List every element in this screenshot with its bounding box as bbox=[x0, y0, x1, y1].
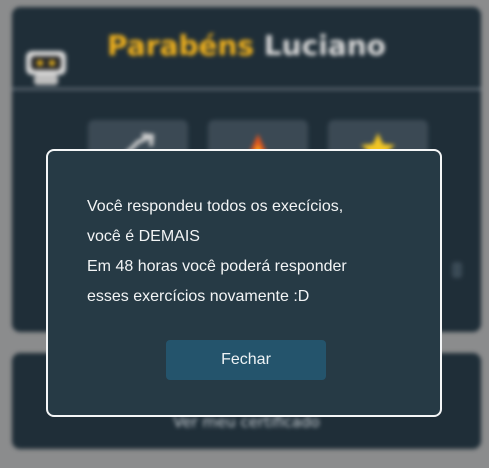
modal-line: esses exercícios novamente :D bbox=[87, 288, 310, 305]
title-accent: Parabéns bbox=[107, 29, 255, 62]
title-name: Luciano bbox=[263, 29, 386, 62]
modal-line: você é DEMAIS bbox=[87, 228, 200, 245]
close-button[interactable]: Fechar bbox=[166, 340, 326, 380]
modal-line: Em 48 horas você poderá responder bbox=[87, 258, 347, 275]
modal-line: Você respondeu todos os execícios, bbox=[87, 198, 344, 215]
decorative-mark bbox=[452, 262, 462, 278]
divider bbox=[12, 88, 481, 90]
page-title: Parabéns Luciano bbox=[12, 29, 481, 62]
modal-message: Você respondeu todos os execícios, você … bbox=[87, 192, 427, 312]
congrats-modal: Você respondeu todos os execícios, você … bbox=[46, 149, 442, 417]
